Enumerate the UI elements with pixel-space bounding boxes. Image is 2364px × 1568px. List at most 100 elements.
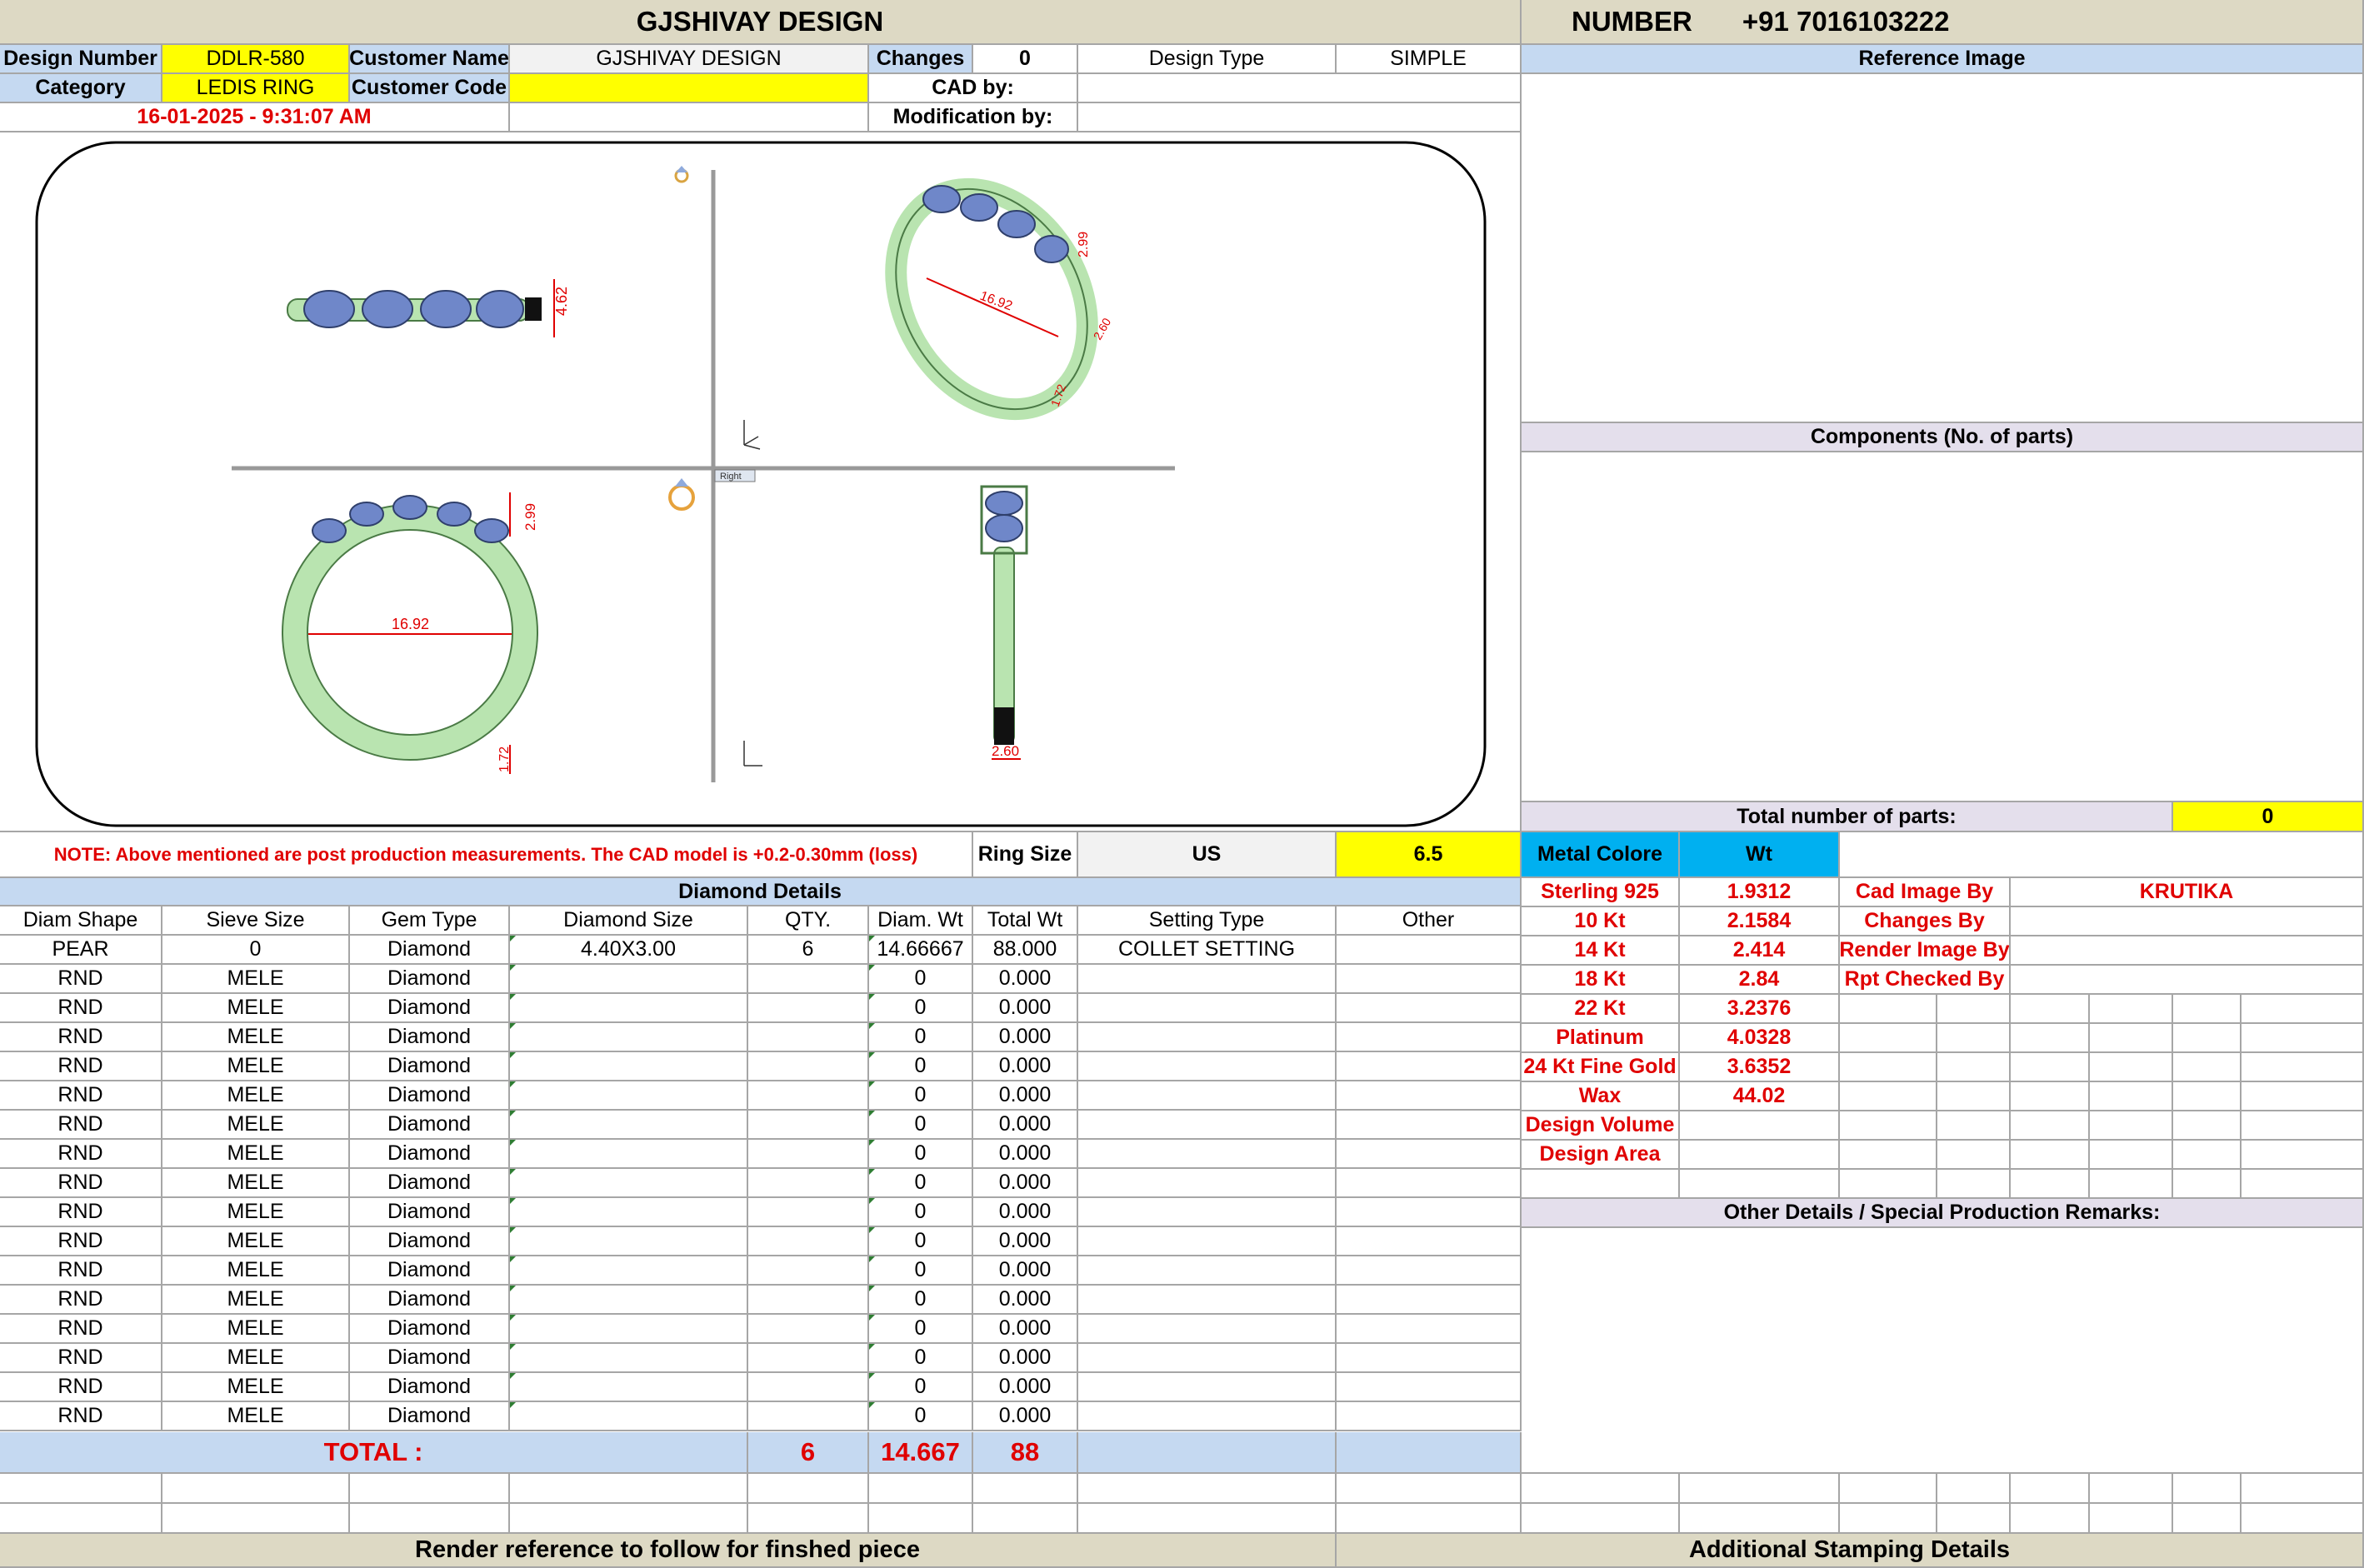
diamond-row-other[interactable] (1337, 1256, 1522, 1286)
grid-cell[interactable] (2090, 1024, 2173, 1053)
blank-cell[interactable] (1522, 1504, 1680, 1534)
diamond-row-diamond-size[interactable] (510, 1169, 748, 1198)
diamond-row-setting-type[interactable] (1078, 1198, 1337, 1227)
blank-cell[interactable] (1937, 1504, 2011, 1534)
blank-cell[interactable] (162, 1474, 350, 1504)
grid-cell[interactable] (1937, 1141, 2011, 1170)
cad-by-value[interactable] (1078, 74, 1522, 103)
category-value[interactable]: LEDIS RING (162, 74, 350, 103)
diamond-row-qty[interactable] (748, 1286, 869, 1315)
grid-cell[interactable] (2090, 1053, 2173, 1082)
diamond-row-setting-type[interactable] (1078, 1344, 1337, 1373)
diamond-row-setting-type[interactable] (1078, 1023, 1337, 1052)
diamond-row-other[interactable] (1337, 936, 1522, 965)
blank-cell[interactable] (2011, 1474, 2090, 1504)
grid-cell[interactable] (1937, 995, 2011, 1024)
customer-code-value[interactable] (510, 74, 869, 103)
diamond-row-setting-type[interactable] (1078, 965, 1337, 994)
diamond-row-setting-type[interactable] (1078, 1169, 1337, 1198)
diamond-row-setting-type[interactable] (1078, 1227, 1337, 1256)
grid-cell[interactable] (1840, 1024, 1937, 1053)
diamond-row-other[interactable] (1337, 1286, 1522, 1315)
diamond-row-other[interactable] (1337, 1315, 1522, 1344)
blank-cell[interactable] (2242, 1474, 2364, 1504)
diamond-row-diamond-size[interactable] (510, 994, 748, 1023)
diamond-row-other[interactable] (1337, 1227, 1522, 1256)
grid-cell[interactable] (2242, 1082, 2364, 1111)
diamond-row-other[interactable] (1337, 1052, 1522, 1081)
changes-value[interactable]: 0 (973, 45, 1078, 74)
diamond-row-other[interactable] (1337, 965, 1522, 994)
blank-cell[interactable] (510, 1474, 748, 1504)
blank-cell[interactable] (1337, 1474, 1522, 1504)
blank-cell[interactable] (510, 1504, 748, 1534)
blank-cell[interactable] (1840, 1474, 1937, 1504)
grid-cell[interactable] (1840, 1082, 1937, 1111)
credit-value[interactable]: KRUTIKA (2011, 878, 2364, 907)
blank-cell[interactable] (2173, 1474, 2242, 1504)
grid-cell[interactable] (2173, 1024, 2242, 1053)
blank-cell[interactable] (1078, 1504, 1337, 1534)
diamond-row-setting-type[interactable] (1078, 994, 1337, 1023)
diamond-row-diamond-size[interactable] (510, 1023, 748, 1052)
blank-cell[interactable] (748, 1474, 869, 1504)
blank-cell[interactable] (973, 1504, 1078, 1534)
diamond-row-diamond-size[interactable] (510, 1402, 748, 1431)
grid-cell[interactable] (2173, 1111, 2242, 1141)
grid-cell[interactable] (2090, 1141, 2173, 1170)
diamond-row-other[interactable] (1337, 1111, 1522, 1140)
diamond-row-setting-type[interactable] (1078, 1373, 1337, 1402)
diamond-row-qty[interactable] (748, 994, 869, 1023)
diamond-row-diamond-size[interactable] (510, 1140, 748, 1169)
diamond-row-other[interactable] (1337, 1373, 1522, 1402)
diamond-row-setting-type[interactable] (1078, 1256, 1337, 1286)
blank-cell[interactable] (2090, 1474, 2173, 1504)
diamond-row-qty[interactable] (748, 1256, 869, 1286)
diamond-row-other[interactable] (1337, 1081, 1522, 1111)
blank-cell[interactable] (2011, 1504, 2090, 1534)
components-area[interactable] (1522, 452, 2364, 802)
grid-cell[interactable] (2173, 1082, 2242, 1111)
grid-cell[interactable] (2090, 995, 2173, 1024)
diamond-row-qty[interactable] (748, 1169, 869, 1198)
diamond-row-qty[interactable] (748, 1198, 869, 1227)
diamond-row-setting-type[interactable] (1078, 1315, 1337, 1344)
grid-cell[interactable] (1840, 995, 1937, 1024)
grid-cell[interactable] (2011, 1024, 2090, 1053)
diamond-row-qty[interactable] (748, 1344, 869, 1373)
diamond-row-setting-type[interactable]: COLLET SETTING (1078, 936, 1337, 965)
blank-cell[interactable] (162, 1504, 350, 1534)
credit-value[interactable] (2011, 966, 2364, 995)
blank-cell[interactable] (1937, 1474, 2011, 1504)
grid-cell[interactable] (2011, 995, 2090, 1024)
grid-cell[interactable] (1937, 1024, 2011, 1053)
blank-cell[interactable] (869, 1474, 973, 1504)
grid-cell[interactable] (1840, 1111, 1937, 1141)
grid-cell[interactable] (2011, 1141, 2090, 1170)
blank-cell[interactable] (350, 1474, 510, 1504)
blank-cell[interactable] (1337, 1504, 1522, 1534)
diamond-row-diamond-size[interactable] (510, 1052, 748, 1081)
blank-cell[interactable] (748, 1504, 869, 1534)
diamond-row-setting-type[interactable] (1078, 1052, 1337, 1081)
grid-cell[interactable] (2173, 1170, 2242, 1199)
diamond-row-diamond-size[interactable] (510, 1315, 748, 1344)
diamond-row-qty[interactable] (748, 965, 869, 994)
reference-image-area[interactable] (1522, 74, 2364, 423)
diamond-row-diamond-size[interactable] (510, 1373, 748, 1402)
ring-size-value[interactable]: 6.5 (1337, 832, 1522, 878)
other-details-area[interactable] (1522, 1228, 2364, 1474)
diamond-row-diamond-size[interactable] (510, 1344, 748, 1373)
diamond-row-qty[interactable] (748, 1081, 869, 1111)
blank-cell[interactable] (1522, 1474, 1680, 1504)
credit-value[interactable] (2011, 936, 2364, 966)
diamond-row-other[interactable] (1337, 1169, 1522, 1198)
grid-cell[interactable] (2242, 1170, 2364, 1199)
diamond-row-other[interactable] (1337, 1140, 1522, 1169)
diamond-row-diamond-size[interactable] (510, 965, 748, 994)
blank-cell[interactable] (1840, 1504, 1937, 1534)
diamond-row-setting-type[interactable] (1078, 1140, 1337, 1169)
blank-cell[interactable] (2090, 1504, 2173, 1534)
diamond-row-qty[interactable] (748, 1052, 869, 1081)
diamond-row-setting-type[interactable] (1078, 1081, 1337, 1111)
